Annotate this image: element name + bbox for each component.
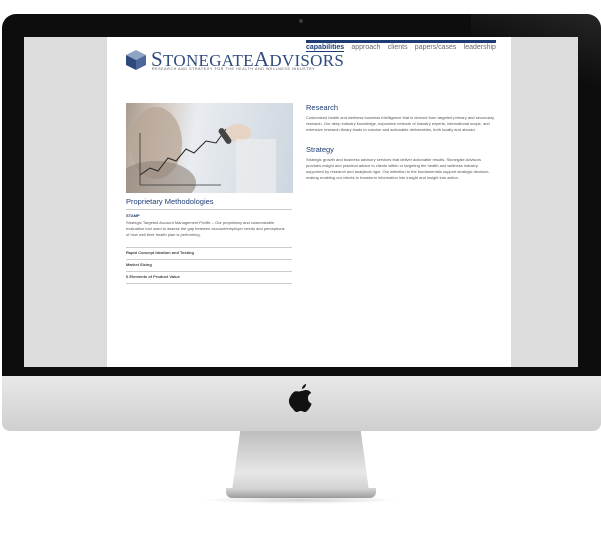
stonegate-cube-icon bbox=[126, 50, 146, 70]
hero-image bbox=[126, 103, 293, 193]
method-product-value[interactable]: 6 Elements of Product Value bbox=[126, 274, 180, 279]
method-rapid-concept[interactable]: Rapid Concept Ideation and Testing bbox=[126, 250, 194, 255]
apple-logo-icon bbox=[288, 384, 312, 412]
research-heading: Research bbox=[306, 103, 339, 112]
camera-icon bbox=[299, 19, 303, 23]
imac-display: STONEGATEADVISORS RESEARCH AND STRATEGY … bbox=[2, 14, 601, 376]
nav-approach[interactable]: approach bbox=[351, 44, 380, 52]
research-body: Customized health and wellness business … bbox=[306, 115, 495, 132]
divider bbox=[126, 259, 292, 260]
main-nav: capabilities approach clients papers/cas… bbox=[306, 40, 496, 52]
web-page: STONEGATEADVISORS RESEARCH AND STRATEGY … bbox=[107, 37, 511, 367]
nav-leadership[interactable]: leadership bbox=[464, 44, 496, 52]
stamp-description: Strategic Targeted Account Management Pr… bbox=[126, 220, 285, 237]
strategy-body: Strategic growth and business advisory s… bbox=[306, 157, 490, 180]
logo-tagline: RESEARCH AND STRATEGY FOR THE HEALTH AND… bbox=[152, 67, 316, 71]
stand-shadow bbox=[200, 496, 400, 504]
nav-capabilities[interactable]: capabilities bbox=[306, 44, 345, 52]
divider bbox=[126, 247, 292, 248]
methodologies-title: Proprietary Methodologies bbox=[126, 197, 214, 206]
strategy-heading: Strategy bbox=[306, 145, 334, 154]
nav-clients[interactable]: clients bbox=[388, 44, 408, 52]
divider bbox=[126, 209, 292, 210]
site-logo[interactable]: STONEGATEADVISORS RESEARCH AND STRATEGY … bbox=[125, 47, 344, 75]
divider bbox=[126, 283, 292, 284]
divider bbox=[126, 271, 292, 272]
imac-stand bbox=[232, 431, 369, 491]
method-market-sizing[interactable]: Market Sizing bbox=[126, 262, 152, 267]
nav-papers-cases[interactable]: papers/cases bbox=[415, 44, 457, 52]
screen: STONEGATEADVISORS RESEARCH AND STRATEGY … bbox=[24, 37, 578, 367]
stamp-label[interactable]: STAMP bbox=[126, 213, 140, 218]
